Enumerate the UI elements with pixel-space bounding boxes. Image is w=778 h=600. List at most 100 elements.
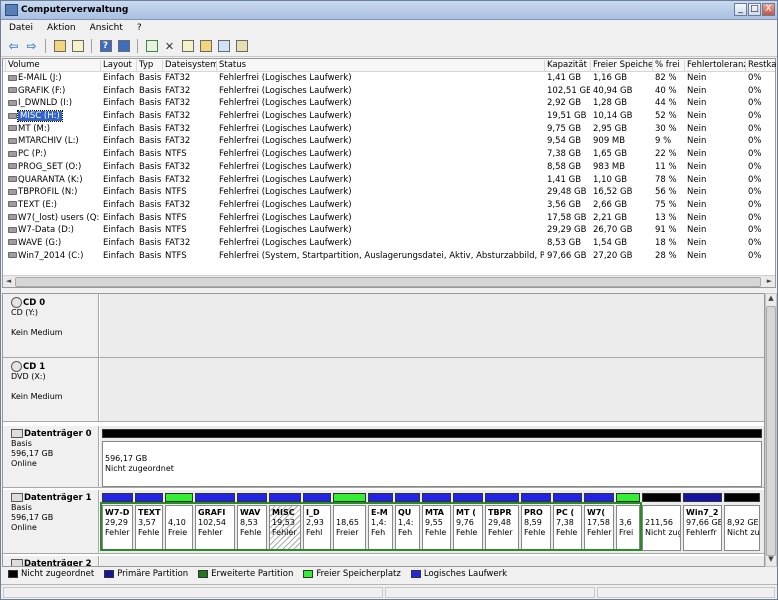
disk-label: CD 1 DVD (X:) Kein Medium [3,358,99,421]
settings-icon[interactable] [234,39,249,54]
column-header[interactable]: Volume [5,60,100,71]
partition[interactable]: 18,65 Freier [333,493,366,551]
partition[interactable]: TEXT 3,57 Fehle [135,493,163,551]
table-cell: 10,14 GB [593,111,633,122]
table-row[interactable]: GRAFIK (F:) Einfach Basis FAT32 Fehlerfrei (… [3,85,775,98]
column-header[interactable]: Layout [100,60,136,71]
table-row[interactable]: TBPROFIL (N:) Einfach Basis NTFS Fehlerfrei … [3,186,775,199]
partition[interactable]: WAV 8,53 Fehle [237,493,267,551]
partition[interactable]: QU 1,4: Feh [395,493,420,551]
properties-icon[interactable] [116,39,131,54]
back-arrow-icon[interactable]: ⇦ [6,39,21,54]
table-row[interactable]: WAVE (G:) Einfach Basis FAT32 Fehlerfrei (Lo… [3,237,775,250]
partition[interactable]: Win7_2 97,66 GB Fehlerfr [683,493,722,551]
search-icon[interactable] [216,39,231,54]
table-row[interactable]: Win7_2014 (C:) Einfach Basis NTFS Fehlerfrei… [3,250,775,263]
partition[interactable]: E-M 1,4: Feh [368,493,393,551]
disk-content [100,358,764,421]
open-icon[interactable] [198,39,213,54]
table-row[interactable]: PC (P:) Einfach Basis NTFS Fehlerfrei (Logis… [3,148,775,161]
menu-ansicht[interactable]: Ansicht [90,23,123,33]
table-row[interactable]: MISC (H:) Einfach Basis FAT32 Fehlerfrei (Lo… [3,110,775,123]
partition-unallocated[interactable]: 596,17 GB Nicht zugeordnet [102,429,762,487]
window-title: Computerverwaltung [21,5,129,15]
partition[interactable]: W7(17,58 Fehler [584,493,614,551]
partition[interactable]: MTA 9,55 Fehle [422,493,451,551]
table-row[interactable]: E-MAIL (J:) Einfach Basis FAT32 Fehlerfrei (… [3,72,775,85]
partition-name: QU [398,508,412,517]
partition[interactable]: PRO 8,59 Fehle [521,493,551,551]
column-header[interactable]: Restkap [745,60,777,71]
partition[interactable]: 3,6 Frei [616,493,640,551]
disk-1[interactable]: Datenträger 1 Basis 596,17 GB Online W7-… [3,490,764,554]
scroll-up-icon[interactable]: ▲ [766,294,776,305]
export-icon[interactable] [180,39,195,54]
folder-up-icon[interactable] [52,39,67,54]
table-row[interactable]: TEXT (E:) Einfach Basis FAT32 Fehlerfrei (Lo… [3,199,775,212]
column-header[interactable]: Kapazität [544,60,590,71]
column-header[interactable]: Fehlertoleranz [684,60,745,71]
table-row[interactable]: W7(_lost) users (Q:) Einfach Basis NTFS Fehl… [3,212,775,225]
volume-list-header: Volume Layout Typ Dateisystem Status Kapazitä… [3,59,777,72]
table-row[interactable]: QUARANTA (K:) Einfach Basis FAT32 Fehlerfrei… [3,174,775,187]
disk-label: Datenträger 1 Basis 596,17 GB Online [3,490,99,553]
partition[interactable]: W7-D 29,29 Fehler [102,493,133,551]
partition[interactable]: GRAFI 102,54 Fehler [195,493,235,551]
table-cell: Fehlerfrei (System, Startpartition, Ausl… [219,250,544,261]
partition-size: 17,58 [587,518,610,527]
partition[interactable]: MT (9,76 Fehle [453,493,483,551]
table-cell: Einfach [103,111,135,122]
partition[interactable]: I_D 2,93 Fehl [303,493,331,551]
help-icon[interactable]: ? [98,39,113,54]
disk-0[interactable]: Datenträger 0 Basis 596,17 GB Online 596… [3,426,764,488]
disk-cd1[interactable]: CD 1 DVD (X:) Kein Medium [3,358,764,422]
maximize-button[interactable]: □ [748,3,761,16]
column-header[interactable]: Freier Speicher [590,60,652,71]
table-cell: Nein [687,161,707,172]
partition-name: PC ( [556,508,575,517]
column-header[interactable]: Status [216,60,544,71]
close-button[interactable]: X [762,3,775,16]
partition[interactable]: MISC 19,53 Fehler [269,493,301,551]
table-row[interactable]: MTARCHIV (L:) Einfach Basis FAT32 Fehlerfrei… [3,135,775,148]
scroll-down-icon[interactable]: ▼ [766,555,776,566]
menu-aktion[interactable]: Aktion [47,23,76,33]
delete-icon[interactable]: ✕ [162,39,177,54]
scroll-thumb[interactable] [15,277,761,287]
partition-status: Fehl [306,528,323,537]
scroll-left-icon[interactable]: ◄ [3,276,14,287]
table-row[interactable]: W7-Data (D:) Einfach Basis NTFS Fehlerfrei (… [3,224,775,237]
table-row[interactable]: I_DWNLD (I:) Einfach Basis FAT32 Fehlerfrei … [3,97,775,110]
column-header[interactable]: Dateisystem [162,60,216,71]
partition-body: Win7_2 97,66 GB Fehlerfr [683,505,722,551]
horizontal-scrollbar[interactable]: ◄ ► [3,275,775,287]
volume-icon [8,74,17,81]
refresh-icon[interactable] [144,39,159,54]
table-cell: Basis [139,250,162,261]
table-cell: 0% [748,149,762,160]
column-header[interactable]: Typ [136,60,162,71]
forward-arrow-icon[interactable]: ⇨ [24,39,39,54]
partition[interactable]: PC (7,38 Fehle [553,493,582,551]
partition[interactable]: 211,56 Nicht zug [642,493,681,551]
legend-swatch [104,569,115,578]
table-cell: Einfach [103,161,135,172]
disk-cd0[interactable]: CD 0 CD (Y:) Kein Medium [3,294,764,358]
show-tree-icon[interactable] [70,39,85,54]
partition[interactable]: TBPR 29,48 Fehler [485,493,519,551]
partition-body: 18,65 Freier [333,505,366,551]
partition[interactable]: 8,92 GE Nicht zu [724,493,760,551]
table-row[interactable]: MT (M:) Einfach Basis FAT32 Fehlerfrei (Logi… [3,123,775,136]
menu-datei[interactable]: Datei [9,23,33,33]
scroll-thumb[interactable] [766,306,776,556]
table-cell: 7,38 GB [547,149,582,160]
table-row[interactable]: PROG_SET (O:) Einfach Basis FAT32 Fehlerfrei… [3,161,775,174]
scroll-right-icon[interactable]: ► [764,276,775,287]
minimize-button[interactable]: _ [734,3,747,16]
column-header[interactable]: % frei [652,60,684,71]
menu-help[interactable]: ? [137,23,142,33]
partition[interactable]: 4,10 Freie [165,493,193,551]
vertical-scrollbar[interactable]: ▲ ▼ [765,293,777,567]
partition-body: E-M 1,4: Feh [368,505,393,551]
disk-2[interactable]: Datenträger 2 [3,556,764,566]
